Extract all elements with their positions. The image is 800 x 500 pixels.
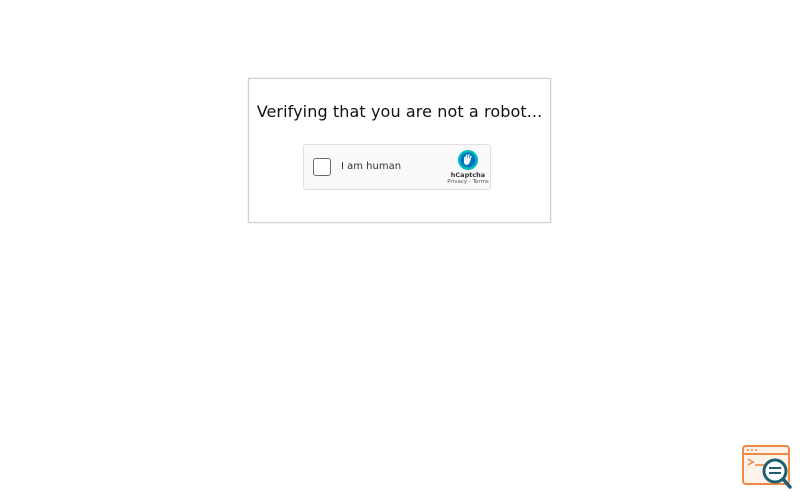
hcaptcha-brand-name: hCaptcha: [450, 171, 486, 179]
checkbox-label: I am human: [341, 161, 402, 172]
hcaptcha-logo-icon: [458, 150, 478, 170]
captcha-links: Privacy - Terms: [441, 179, 495, 185]
terms-link[interactable]: Terms: [473, 179, 489, 185]
verification-box: Verifying that you are not a robot... I …: [248, 78, 551, 223]
search-document-icon[interactable]: [742, 445, 792, 489]
verification-title: Verifying that you are not a robot...: [256, 102, 543, 121]
human-checkbox[interactable]: [313, 158, 331, 176]
privacy-link[interactable]: Privacy: [447, 179, 467, 185]
page: Verifying that you are not a robot... I …: [0, 0, 800, 500]
captcha-widget: I am human hCaptcha Privacy - Terms: [303, 144, 491, 190]
